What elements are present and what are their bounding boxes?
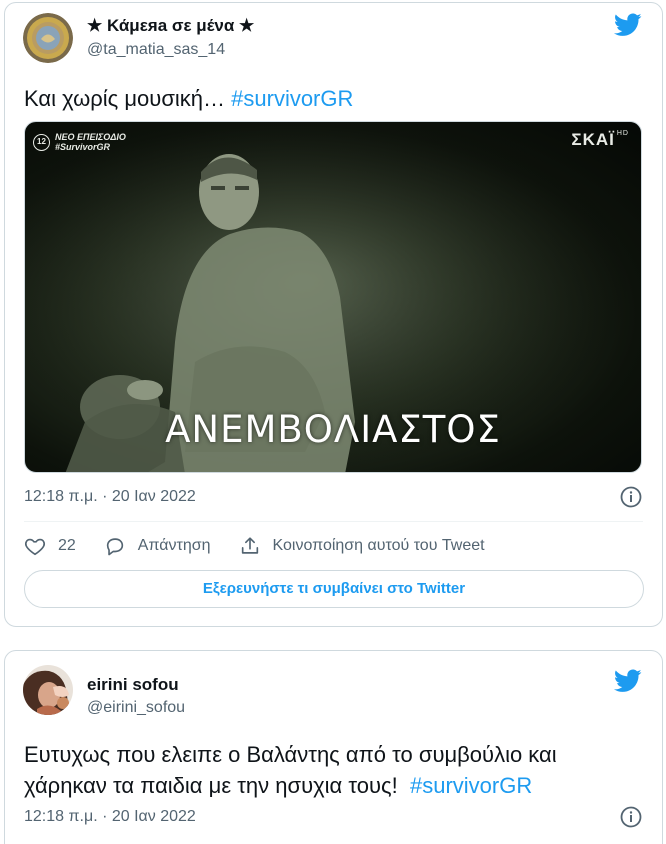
tweet-timestamp[interactable]: 12:18 π.μ. · 20 Ιαν 2022: [24, 488, 196, 506]
like-count: 22: [58, 537, 76, 554]
rating-badge: 12: [33, 134, 50, 151]
tweet-body-line-2: χάρηκαν τα παιδια με την ησυχια τους!: [24, 773, 410, 798]
overlay-line-1: ΝΕΟ ΕΠΕΙΣΟΔΙΟ: [55, 132, 126, 142]
broadcast-overlay: ΝΕΟ ΕΠΕΙΣΟΔΙΟ #SurvivorGR: [55, 132, 126, 152]
explore-twitter-button[interactable]: Εξερευνήστε τι συμβαίνει στο Twitter: [24, 570, 644, 608]
tweet-body: Και χωρίς μουσική…: [24, 86, 232, 111]
share-button[interactable]: Κοινοποίηση αυτού του Tweet: [239, 535, 485, 557]
avatar[interactable]: [23, 13, 73, 63]
heart-icon: [24, 538, 46, 556]
user-handle[interactable]: @ta_matia_sas_14: [87, 41, 225, 59]
tweet-actions: 22 Απάντηση Κοινοποίηση αυτού του Tweet: [24, 531, 513, 561]
channel-logo: ΣΚΑΪ HD: [571, 130, 629, 150]
share-upload-icon: [241, 537, 258, 554]
hashtag-link[interactable]: #survivorGR: [231, 86, 353, 111]
divider: [24, 521, 643, 522]
channel-name: ΣΚΑΪ: [571, 130, 615, 149]
tweet-text: Και χωρίς μουσική… #survivorGR: [24, 83, 353, 114]
tweet-card-1[interactable]: ★ Κάμεяа σε μένα ★ @ta_matia_sas_14 Και …: [4, 2, 663, 627]
info-icon[interactable]: [620, 806, 642, 828]
hashtag-link[interactable]: #survivorGR: [410, 773, 532, 798]
reply-bubble-icon: [106, 538, 123, 556]
tweet-media-video[interactable]: 12 ΝΕΟ ΕΠΕΙΣΟΔΙΟ #SurvivorGR ΣΚΑΪ HD ΑΝΕΜ…: [24, 121, 642, 473]
video-caption: ΑΝΕΜΒΟΛΙΑΣΤΟΣ: [165, 408, 501, 451]
tweet-text: Ευτυχως που ελειπε ο Βαλάντης από το συμ…: [24, 739, 557, 801]
info-icon[interactable]: [620, 486, 642, 508]
user-handle[interactable]: @eirini_sofou: [87, 699, 185, 717]
display-name[interactable]: eirini sofou: [87, 675, 179, 695]
twitter-bird-icon[interactable]: [613, 13, 642, 37]
tweet-body-line-1: Ευτυχως που ελειπε ο Βαλάντης από το συμ…: [24, 742, 557, 767]
overlay-line-2: #SurvivorGR: [55, 142, 111, 152]
display-name[interactable]: ★ Κάμεяа σε μένα ★: [87, 16, 254, 36]
share-label: Κοινοποίηση αυτού του Tweet: [272, 537, 485, 554]
avatar[interactable]: [23, 665, 73, 715]
tweet-card-2[interactable]: eirini sofou @eirini_sofou Ευτυχως που ε…: [4, 650, 663, 844]
reply-label: Απάντηση: [137, 537, 211, 554]
like-button[interactable]: 22: [24, 535, 76, 557]
tweet-timestamp[interactable]: 12:18 π.μ. · 20 Ιαν 2022: [24, 808, 196, 826]
twitter-bird-icon[interactable]: [613, 669, 642, 693]
reply-button[interactable]: Απάντηση: [104, 535, 211, 557]
channel-badge: HD: [616, 130, 629, 137]
